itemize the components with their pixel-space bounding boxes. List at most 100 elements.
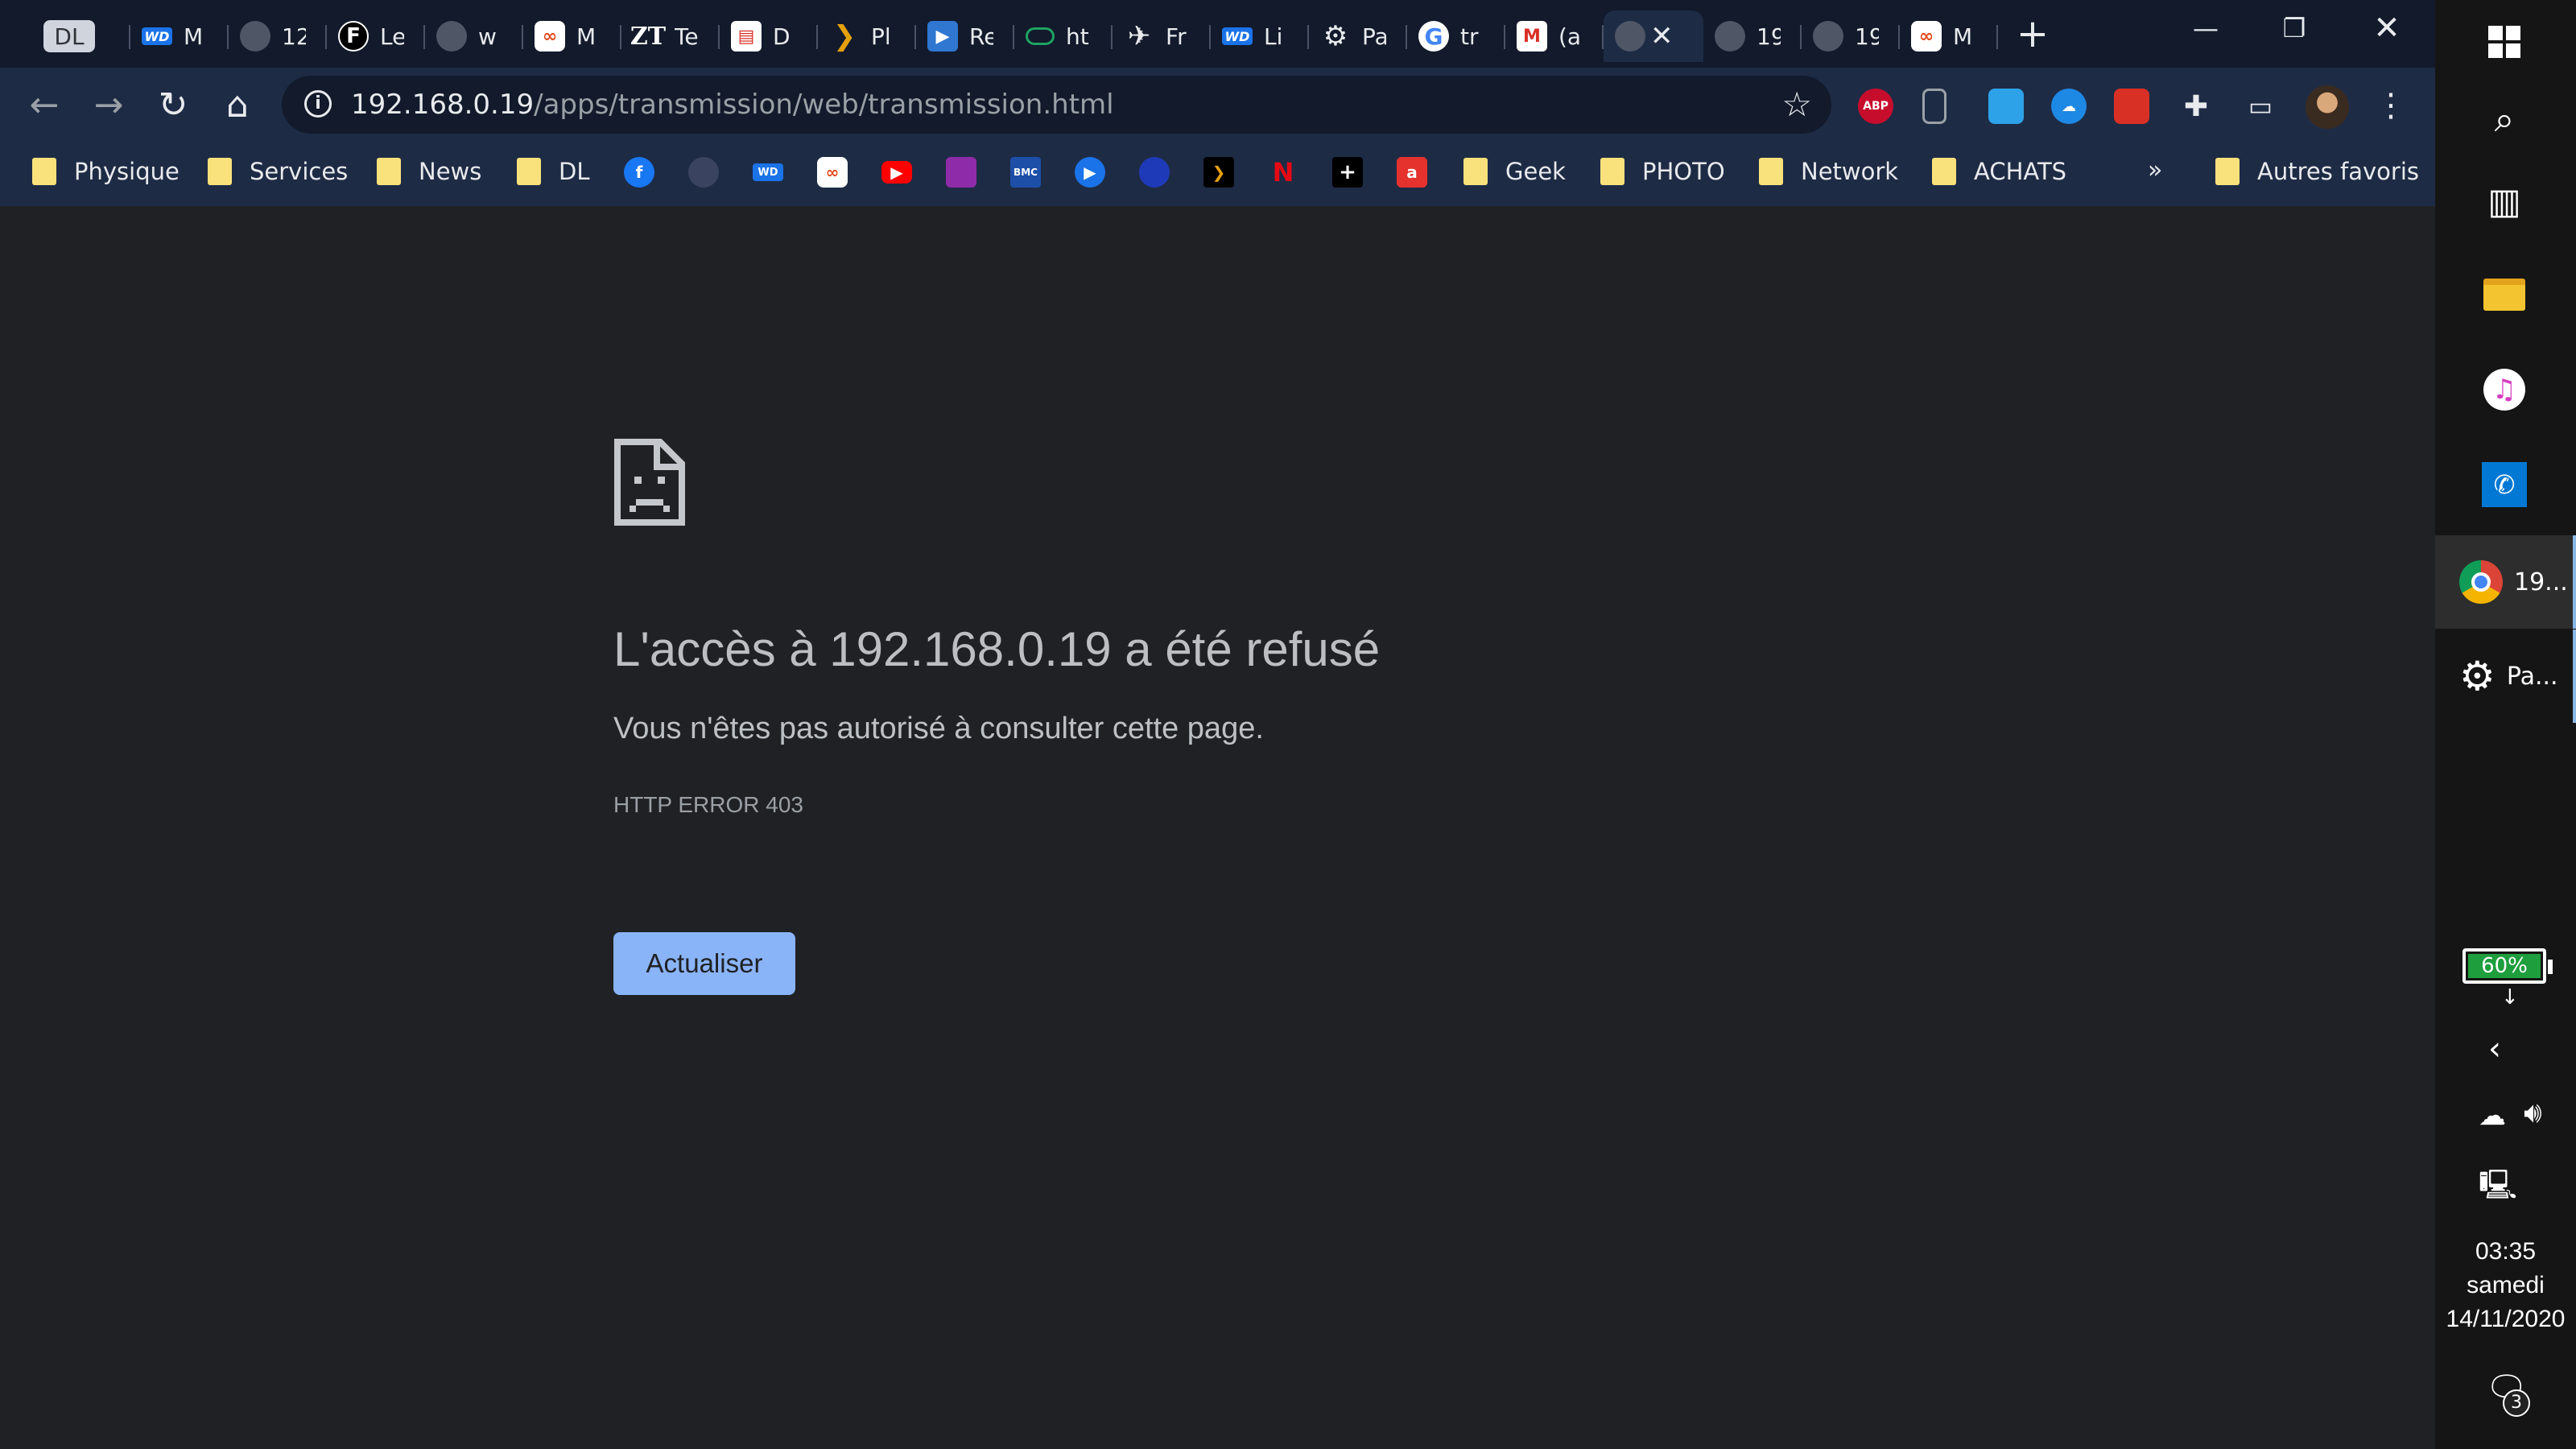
tab[interactable]: ∞ M: [1900, 10, 1998, 62]
camera-icon[interactable]: [688, 157, 719, 188]
bookmark-folder[interactable]: Services: [208, 151, 348, 192]
reload-button[interactable]: ↻: [151, 84, 195, 127]
action-center-icon[interactable]: 🗨︎ 3: [2485, 1368, 2530, 1417]
file-explorer-icon[interactable]: [2479, 269, 2530, 320]
plex-icon[interactable]: ❯: [1203, 157, 1234, 188]
tab[interactable]: ZT Te: [621, 10, 720, 62]
taskbar-chrome-app[interactable]: 19...: [2435, 535, 2576, 629]
battery-level: 60%: [2468, 954, 2541, 978]
tab[interactable]: 12: [229, 10, 327, 62]
home-button[interactable]: ⌂: [216, 84, 259, 127]
battery-indicator[interactable]: 60%: [2462, 948, 2553, 984]
close-tab-icon[interactable]: ✕: [1650, 20, 1674, 52]
reload-page-button[interactable]: Actualiser: [613, 932, 795, 995]
facebook-icon[interactable]: f: [624, 157, 654, 188]
plus-icon[interactable]: +: [1332, 157, 1363, 188]
itunes-icon[interactable]: ♫: [2479, 364, 2530, 415]
tab[interactable]: ❯ Pl: [818, 10, 916, 62]
extension-icon[interactable]: [1922, 89, 1946, 124]
dl-icon: DL: [43, 20, 95, 52]
clock-date: 14/11/2020: [2446, 1306, 2566, 1332]
network-icon[interactable]: 🖳: [2479, 1164, 2517, 1213]
new-tab-button[interactable]: +: [2013, 11, 2053, 56]
show-hidden-icons-chevron[interactable]: ‹: [2488, 1030, 2501, 1067]
tab[interactable]: M (a: [1505, 10, 1604, 62]
tab-active[interactable]: ✕: [1604, 10, 1703, 62]
minimize-button[interactable]: —: [2165, 8, 2246, 48]
system-clock[interactable]: 03:35 samedi 14/11/2020: [2435, 1235, 2576, 1336]
tab[interactable]: ⚙ Pa: [1309, 10, 1407, 62]
free-icon[interactable]: ∞: [817, 157, 848, 188]
url-host: 192.168.0.19: [351, 89, 535, 121]
globe-icon: [1615, 21, 1645, 52]
a-icon[interactable]: a: [1397, 157, 1427, 188]
tab[interactable]: Gtr: [1407, 10, 1505, 62]
adblock-extension-icon[interactable]: ABP: [1858, 89, 1893, 124]
windows-start-icon[interactable]: [2479, 16, 2530, 68]
tab[interactable]: ▶ Re: [916, 10, 1014, 62]
other-bookmarks-folder[interactable]: Autres favoris: [2215, 151, 2419, 192]
clock-time: 03:35: [2475, 1238, 2537, 1265]
url-text[interactable]: 192.168.0.19/apps/transmission/web/trans…: [351, 87, 1114, 122]
onedrive-cloud-icon[interactable]: ☁: [2479, 1100, 2506, 1132]
menu-icon[interactable]: ⋮: [2375, 84, 2407, 127]
tab[interactable]: w: [425, 10, 523, 62]
info-icon[interactable]: i: [304, 90, 332, 118]
bookmark-folder[interactable]: News: [377, 151, 481, 192]
bookmark-folder[interactable]: PHOTO: [1600, 151, 1725, 192]
volume-icon[interactable]: 🔊︎: [2524, 1096, 2542, 1130]
tab[interactable]: ht: [1014, 10, 1113, 62]
tab[interactable]: ∞ M: [523, 10, 621, 62]
tab-strip: DL WD M 12 F Le w ∞ M ZT Te ▤ D ❯ Pl ▶ Re ht ✈ F…: [0, 0, 2435, 68]
app-icon[interactable]: [946, 157, 976, 188]
bookmark-folder[interactable]: DL: [517, 151, 590, 192]
play-circle-icon[interactable]: ▶: [1075, 157, 1105, 188]
tab-title: D: [773, 23, 791, 50]
bookmark-folder[interactable]: ACHATS: [1932, 151, 2066, 192]
extension-icon[interactable]: [1988, 89, 2024, 124]
close-window-button[interactable]: ✕: [2347, 8, 2427, 48]
tab-dl[interactable]: DL: [32, 10, 130, 62]
tab[interactable]: ▤ D: [720, 10, 818, 62]
tabs-container: DL WD M 12 F Le w ∞ M ZT Te ▤ D ❯ Pl ▶ Re ht ✈ F…: [32, 8, 1998, 64]
search-icon[interactable]: ⌕: [2479, 93, 2530, 145]
bookmarks-overflow-button[interactable]: »: [2148, 156, 2162, 184]
address-bar[interactable]: i 192.168.0.19/apps/transmission/web/tra…: [282, 76, 1831, 134]
taskbar-app-label: 19...: [2514, 568, 2568, 597]
tab-title: w: [478, 23, 497, 50]
taskbar-settings-app[interactable]: ⚙ Pa...: [2435, 630, 2576, 723]
profile-avatar[interactable]: [2306, 85, 2349, 129]
whatsapp-icon[interactable]: ✆: [2479, 459, 2530, 510]
swirl-icon[interactable]: [1139, 157, 1170, 188]
cast-icon[interactable]: ▭: [2243, 89, 2278, 124]
charging-plug-icon: ↓: [2501, 985, 2519, 1009]
bookmark-folder[interactable]: Physique: [32, 151, 180, 192]
puzzle-icon[interactable]: ✚: [2178, 89, 2214, 124]
globe-icon: [1715, 21, 1745, 52]
restore-button[interactable]: ❐: [2254, 8, 2334, 48]
bmc-icon[interactable]: BMC: [1010, 157, 1041, 188]
netflix-icon[interactable]: N: [1268, 157, 1298, 188]
chrome-icon: [2459, 560, 2503, 604]
forward-button[interactable]: →: [87, 84, 130, 127]
taskbar-app-label: Pa...: [2506, 662, 2558, 691]
bookmark-star-icon[interactable]: ☆: [1781, 85, 1812, 124]
tab[interactable]: ✈ Fr: [1113, 10, 1211, 62]
cloud-extension-icon[interactable]: ☁: [2051, 89, 2087, 124]
tab-title: Re: [969, 23, 993, 50]
tab[interactable]: F Le: [327, 10, 425, 62]
task-view-icon[interactable]: ▥: [2479, 175, 2530, 227]
globe-icon: [240, 21, 270, 52]
wd-icon[interactable]: WD: [753, 163, 783, 181]
back-button[interactable]: ←: [23, 84, 66, 127]
bookmark-folder[interactable]: Geek: [1463, 151, 1566, 192]
tab[interactable]: WD Li: [1211, 10, 1309, 62]
bookmark-folder[interactable]: Network: [1759, 151, 1898, 192]
tab[interactable]: WD M: [130, 10, 229, 62]
extension-icon[interactable]: [2114, 89, 2149, 124]
tab[interactable]: 19: [1802, 10, 1900, 62]
doc-icon: ▤: [731, 21, 762, 52]
tab[interactable]: 19: [1703, 10, 1802, 62]
youtube-icon[interactable]: ▶: [881, 161, 912, 184]
bookmark-label: Services: [250, 158, 349, 185]
